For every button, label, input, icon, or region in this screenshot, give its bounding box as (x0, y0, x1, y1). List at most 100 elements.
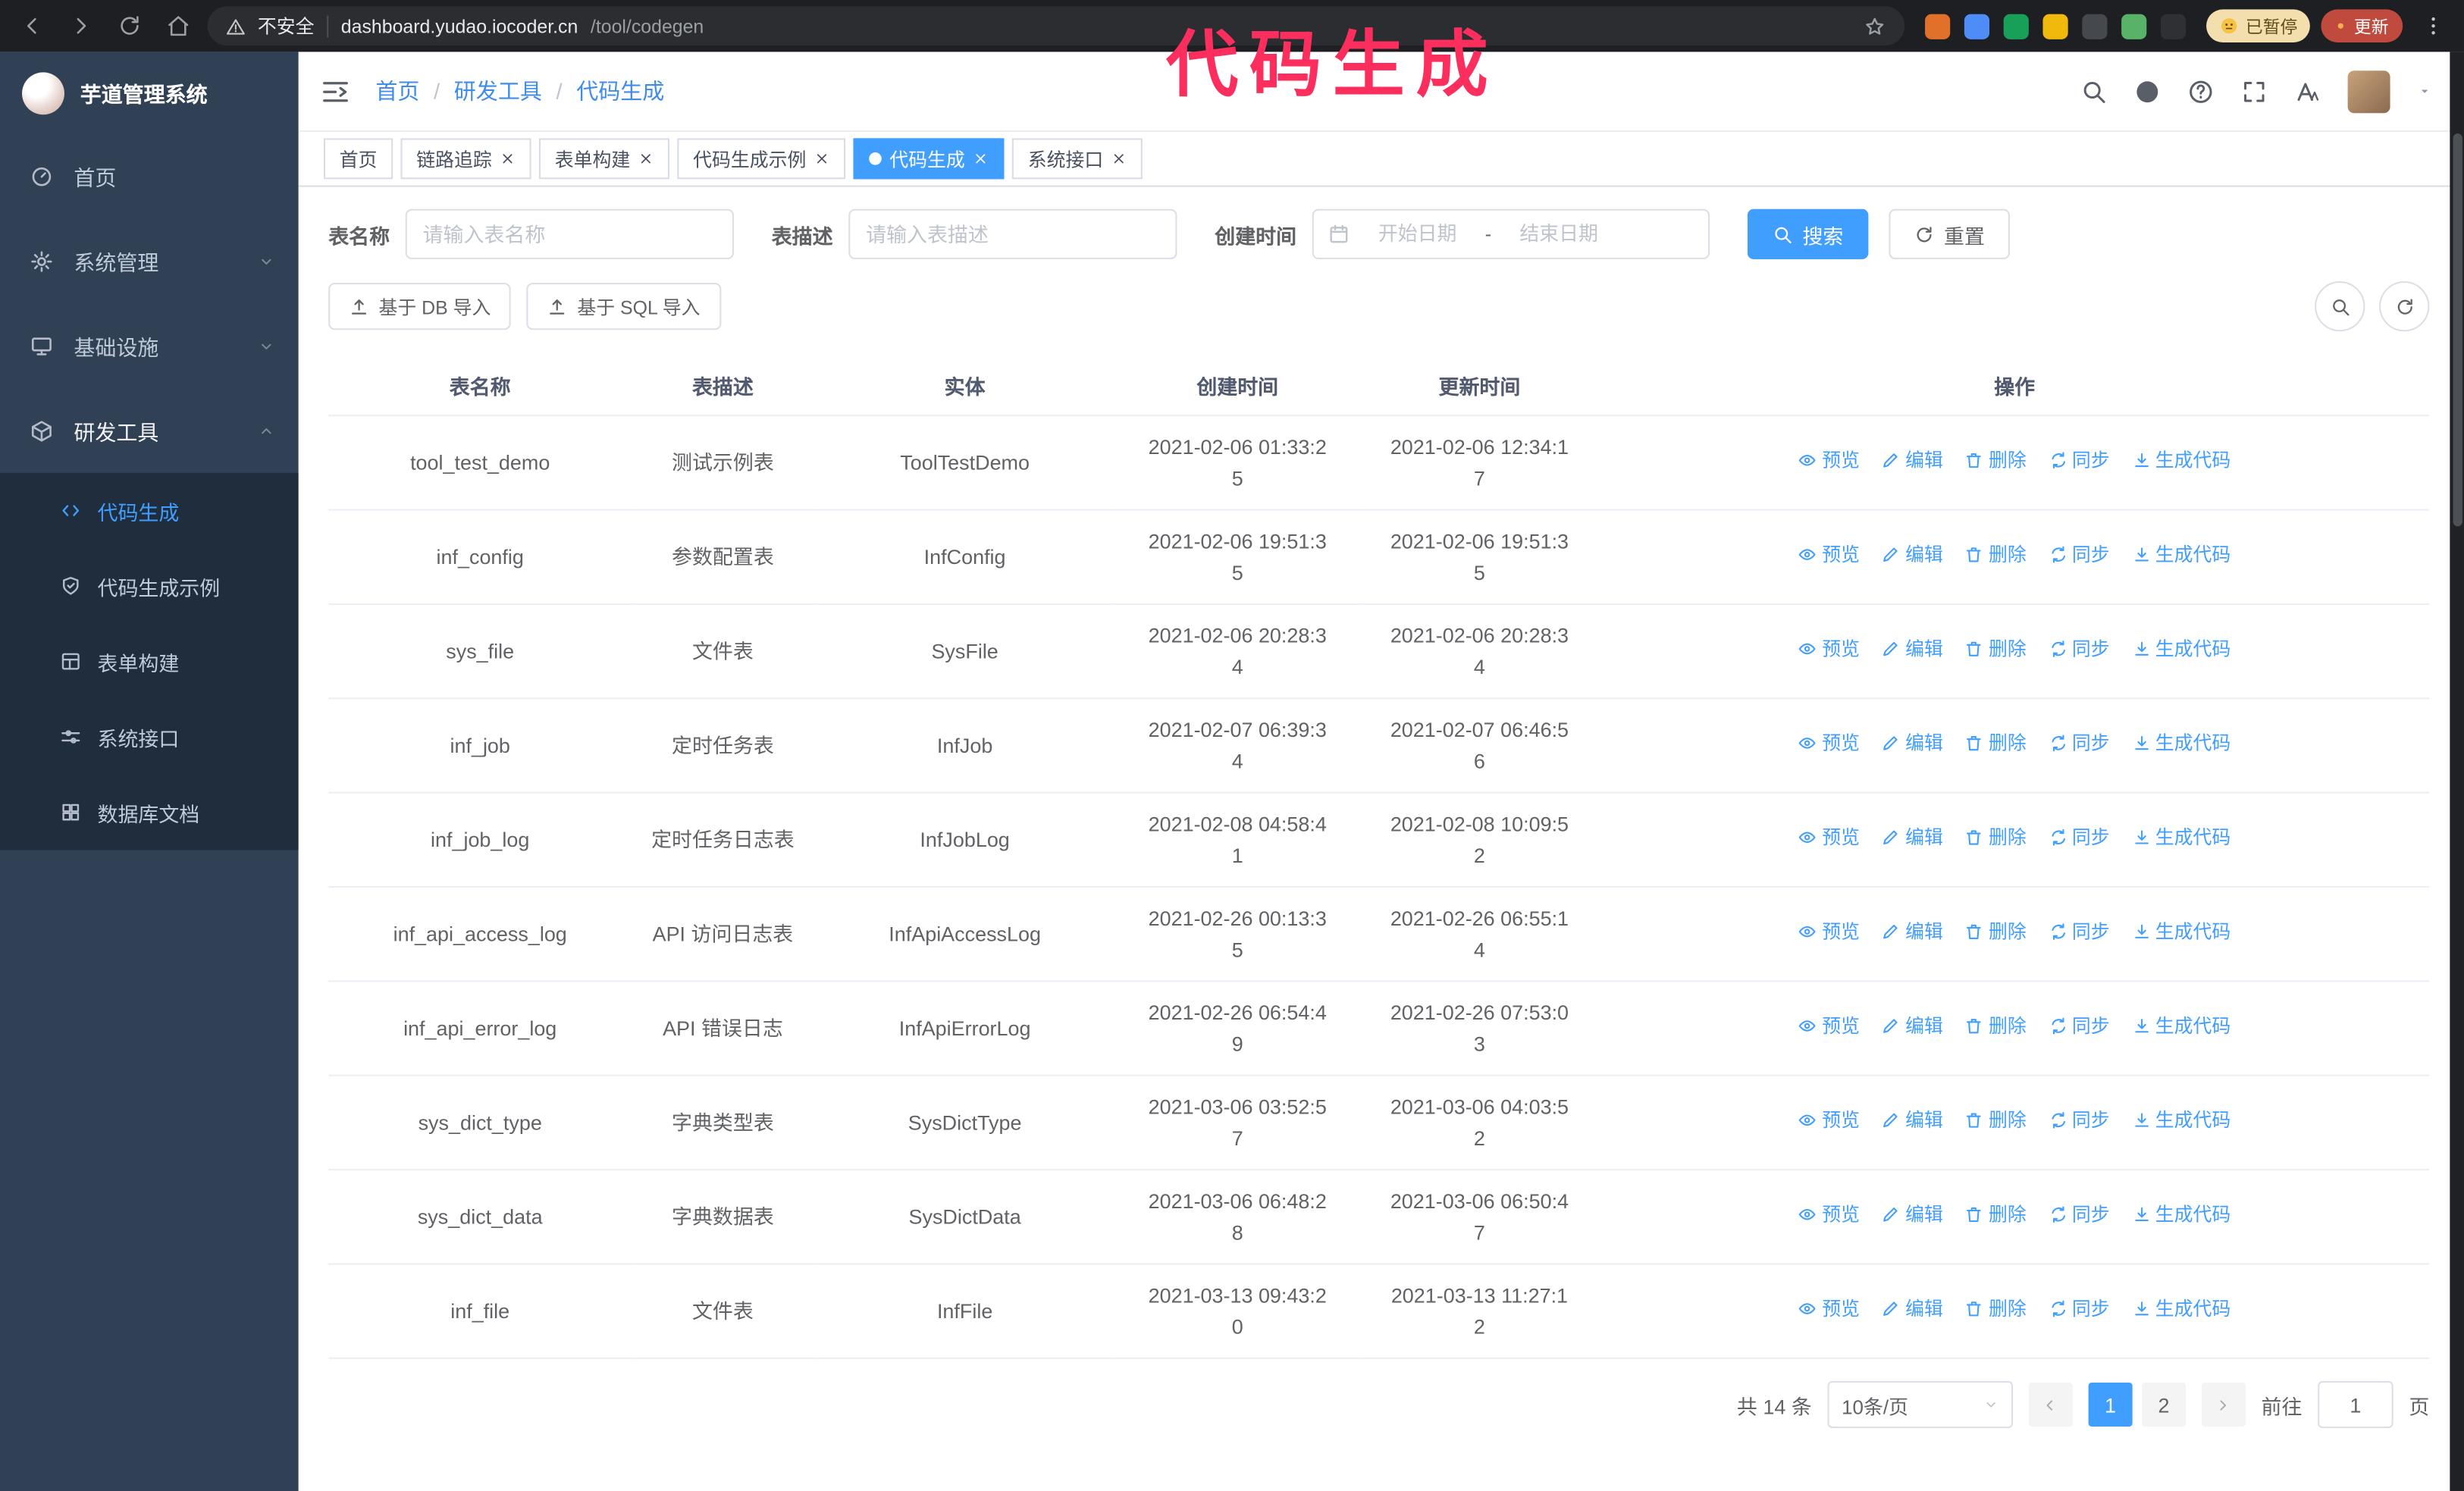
action-delete[interactable]: 删除 (1965, 729, 2027, 757)
tab-codegen[interactable]: 代码生成 (853, 138, 1005, 180)
extension-icon-5[interactable] (2082, 13, 2108, 39)
goto-page-input[interactable] (2318, 1380, 2393, 1429)
action-preview[interactable]: 预览 (1798, 635, 1860, 663)
breadcrumb-item-0[interactable]: 首页 (375, 75, 419, 106)
action-preview[interactable]: 预览 (1798, 729, 1860, 757)
refresh-table-button[interactable] (2379, 281, 2430, 332)
tab-codegen-example[interactable]: 代码生成示例 (677, 138, 846, 180)
extension-icon-1[interactable] (1925, 13, 1951, 39)
tab-system-api[interactable]: 系统接口 (1011, 138, 1143, 180)
search-button[interactable]: 搜索 (1747, 208, 1869, 259)
action-sync[interactable]: 同步 (2049, 446, 2110, 475)
update-button[interactable]: 更新 (2321, 9, 2403, 42)
avatar-caret-icon[interactable] (2417, 83, 2433, 99)
help-icon[interactable] (2187, 78, 2214, 105)
extension-icon-2[interactable] (1964, 13, 1990, 39)
action-sync[interactable]: 同步 (2049, 1295, 2110, 1323)
next-page-button[interactable] (2201, 1382, 2246, 1427)
extension-icon-3[interactable] (2003, 13, 2029, 39)
sidebar-item-devtools[interactable]: 研发工具 (0, 388, 299, 473)
action-generate[interactable]: 生成代码 (2132, 446, 2230, 475)
page-button-1[interactable]: 1 (2088, 1382, 2133, 1427)
bookmark-star-icon[interactable] (1864, 15, 1886, 37)
action-preview[interactable]: 预览 (1798, 1012, 1860, 1040)
action-edit[interactable]: 编辑 (1882, 1201, 1943, 1229)
page-size-select[interactable]: 10条/页 (1827, 1380, 2014, 1429)
action-delete[interactable]: 删除 (1965, 1295, 2027, 1323)
action-edit[interactable]: 编辑 (1882, 729, 1943, 757)
action-preview[interactable]: 预览 (1798, 446, 1860, 475)
action-delete[interactable]: 删除 (1965, 1107, 2027, 1135)
back-button[interactable] (13, 7, 51, 45)
start-date-input[interactable] (1359, 223, 1476, 246)
font-size-icon[interactable] (2294, 78, 2321, 105)
close-icon[interactable] (500, 151, 516, 167)
action-generate[interactable]: 生成代码 (2132, 541, 2230, 569)
action-delete[interactable]: 删除 (1965, 541, 2027, 569)
action-generate[interactable]: 生成代码 (2132, 1295, 2230, 1323)
browser-scrollbar[interactable] (2450, 52, 2464, 1491)
header-search-icon[interactable] (2080, 78, 2107, 105)
toggle-search-button[interactable] (2315, 281, 2365, 332)
extension-icon-7[interactable] (2160, 13, 2187, 39)
action-preview[interactable]: 预览 (1798, 824, 1860, 852)
action-generate[interactable]: 生成代码 (2132, 729, 2230, 757)
table-name-input[interactable] (405, 208, 734, 259)
sidebar-item-home[interactable]: 首页 (0, 133, 299, 218)
close-icon[interactable] (973, 151, 989, 167)
extension-icon-4[interactable] (2042, 13, 2068, 39)
import-sql-button[interactable]: 基于 SQL 导入 (527, 283, 721, 330)
date-range-picker[interactable]: - (1312, 208, 1710, 259)
action-sync[interactable]: 同步 (2049, 1201, 2110, 1229)
action-sync[interactable]: 同步 (2049, 635, 2110, 663)
breadcrumb-item-1[interactable]: 研发工具 (454, 75, 542, 106)
close-icon[interactable] (1111, 151, 1127, 167)
table-desc-input[interactable] (848, 208, 1177, 259)
action-delete[interactable]: 删除 (1965, 446, 2027, 475)
sidebar-collapse-button[interactable] (321, 77, 350, 106)
sidebar-subitem-codegen-example[interactable]: 代码生成示例 (0, 548, 299, 623)
action-generate[interactable]: 生成代码 (2132, 918, 2230, 946)
page-button-2[interactable]: 2 (2142, 1382, 2187, 1427)
sidebar-subitem-db-doc[interactable]: 数据库文档 (0, 775, 299, 850)
action-generate[interactable]: 生成代码 (2132, 635, 2230, 663)
prev-page-button[interactable] (2028, 1382, 2073, 1427)
import-db-button[interactable]: 基于 DB 导入 (328, 283, 512, 330)
action-edit[interactable]: 编辑 (1882, 1107, 1943, 1135)
tab-home[interactable]: 首页 (323, 138, 393, 180)
avatar[interactable] (2347, 70, 2390, 113)
action-preview[interactable]: 预览 (1798, 541, 1860, 569)
action-edit[interactable]: 编辑 (1882, 541, 1943, 569)
action-sync[interactable]: 同步 (2049, 918, 2110, 946)
close-icon[interactable] (814, 151, 830, 167)
action-edit[interactable]: 编辑 (1882, 635, 1943, 663)
action-edit[interactable]: 编辑 (1882, 824, 1943, 852)
address-bar[interactable]: 不安全 dashboard.yudao.iocoder.cn/tool/code… (207, 6, 1905, 46)
fullscreen-icon[interactable] (2241, 78, 2268, 105)
tab-form-builder[interactable]: 表单构建 (539, 138, 670, 180)
action-generate[interactable]: 生成代码 (2132, 1201, 2230, 1229)
action-preview[interactable]: 预览 (1798, 1295, 1860, 1323)
action-delete[interactable]: 删除 (1965, 1012, 2027, 1040)
paused-badge[interactable]: 已暂停 (2206, 9, 2310, 42)
scrollbar-thumb[interactable] (2452, 133, 2462, 527)
action-sync[interactable]: 同步 (2049, 541, 2110, 569)
action-delete[interactable]: 删除 (1965, 824, 2027, 852)
action-generate[interactable]: 生成代码 (2132, 1107, 2230, 1135)
github-icon[interactable] (2134, 78, 2161, 105)
action-edit[interactable]: 编辑 (1882, 1295, 1943, 1323)
sidebar-item-infra[interactable]: 基础设施 (0, 303, 299, 388)
reload-button[interactable] (110, 7, 148, 45)
extension-icon-6[interactable] (2121, 13, 2147, 39)
home-button[interactable] (158, 7, 196, 45)
reset-button[interactable]: 重置 (1889, 208, 2011, 259)
action-preview[interactable]: 预览 (1798, 1201, 1860, 1229)
action-edit[interactable]: 编辑 (1882, 446, 1943, 475)
sidebar-subitem-codegen[interactable]: 代码生成 (0, 473, 299, 548)
forward-button[interactable] (61, 7, 99, 45)
action-preview[interactable]: 预览 (1798, 918, 1860, 946)
action-edit[interactable]: 编辑 (1882, 1012, 1943, 1040)
action-edit[interactable]: 编辑 (1882, 918, 1943, 946)
action-delete[interactable]: 删除 (1965, 918, 2027, 946)
action-sync[interactable]: 同步 (2049, 729, 2110, 757)
